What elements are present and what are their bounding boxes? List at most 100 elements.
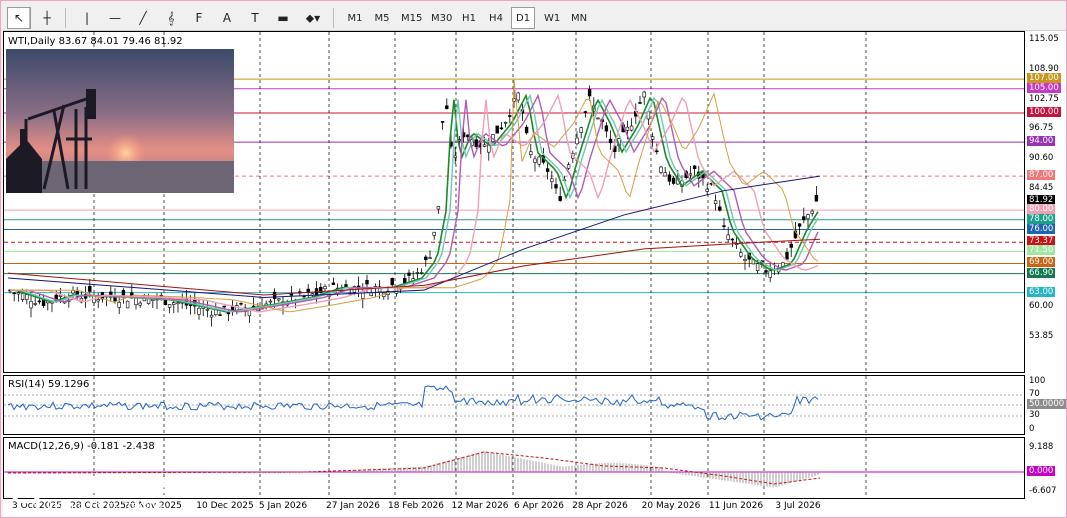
candle-body [524,126,529,134]
candle-body [554,184,558,189]
candle-body [167,304,172,308]
horizontal-line-tool-button[interactable]: — [103,7,127,29]
candle-body [667,174,672,182]
timeframe-m30-button[interactable]: M30 [427,7,456,29]
trendline-tool-button[interactable]: ╱ [131,7,155,29]
candle-body [440,121,445,123]
rsi-line [7,385,819,421]
price-level-badge: 105.00 [1027,82,1061,93]
candle-body [705,188,709,192]
logo-mark-icon [12,477,40,505]
logo-name: instaforex [47,470,190,499]
candle-body [419,272,424,274]
price-pane[interactable]: WTI,Daily 83.67 84.01 79.46 81.92 [3,31,1025,373]
shapes-tool-button[interactable]: ⬥▾ [301,7,325,29]
candle-body [424,256,428,261]
candle-body [550,178,554,183]
candle-body [688,173,693,176]
cursor-tool-button[interactable]: ↖ [7,7,31,29]
candle-body [625,126,630,131]
candle-body [33,303,37,305]
candle-body [739,252,743,257]
rsi-axis[interactable]: 100705030050.0000 [1025,375,1067,435]
candle-body [272,291,277,299]
text-tool-button[interactable]: A [215,7,239,29]
candle-body [722,225,726,227]
price-level-badge: 107.00 [1027,73,1061,84]
candle-body [117,302,121,308]
candle-body [537,156,541,165]
candle-body [806,214,810,220]
candle-body [37,300,42,303]
candle-body [474,139,478,147]
candle-body [789,243,793,248]
candle-body [802,216,806,221]
candle-body [785,252,789,260]
candle-body [365,280,369,285]
rsi-level-badge: 50.0000 [1027,399,1067,409]
vertical-line-icon: | [84,11,90,25]
rsi-pane[interactable]: RSI(14) 59.1296 [3,375,1025,435]
candle-body [125,300,130,309]
macd-axis[interactable]: 9.1880.000-6.6070.000 [1025,437,1066,499]
candle-body [482,144,487,147]
candle-body [415,272,420,274]
price-axis[interactable]: 115.05108.90102.7596.7590.6084.4578.4572… [1025,31,1066,373]
rectangle-tool-button[interactable]: ▬ [271,7,295,29]
candle-body [529,151,533,156]
candle-body [428,257,432,259]
price-level-badge: 63.00 [1027,286,1056,297]
candle-body [209,314,214,318]
rsi-label: RSI(14) 59.1296 [8,379,90,390]
candle-body [323,286,327,290]
trendline-icon: ╱ [139,11,147,25]
candle-body [516,92,520,101]
timeframe-w1-button[interactable]: W1 [540,7,564,29]
candle-body [390,278,394,286]
candle-body [629,125,634,131]
macd-zero-badge: 0.000 [1027,466,1056,476]
candle-body [566,164,571,169]
macd-label: MACD(12,26,9) -0.181 -2.438 [8,441,155,452]
candle-body [134,297,138,306]
timeframe-h1-button[interactable]: H1 [457,7,481,29]
chart-area[interactable]: WTI,Daily 83.67 84.01 79.46 81.92 115.05… [3,31,1067,517]
timeframe-m15-button[interactable]: M15 [397,7,426,29]
candle-body [810,210,814,214]
horizontal-line-icon: — [109,11,121,25]
rsi-tick: 30 [1029,410,1040,420]
price-level-badge: 94.00 [1027,136,1056,147]
price-level-badge: 87.00 [1027,170,1056,181]
candle-body [239,302,243,305]
rectangle-icon: ▬ [277,11,289,25]
timeframe-h4-button[interactable]: H4 [484,7,508,29]
timeframe-m1-button[interactable]: M1 [343,7,367,29]
candle-body [642,91,646,98]
timeframe-m5-button[interactable]: M5 [370,7,394,29]
rsi-tick: 100 [1029,376,1046,386]
candle-body [692,165,697,169]
crosshair-tool-button[interactable]: ┼ [35,7,59,29]
date-label: 28 Apr 2026 [572,501,628,511]
candle-body [768,270,772,278]
date-label: 5 Jan 2026 [258,501,308,511]
candle-body [533,158,537,163]
toolbar: ↖ ┼ | — ╱ 𝄞 F A T ▬ ⬥▾ M1 M5 M15 M30 H1 H4 D1 W1 MN [3,3,1066,31]
candle-body [172,302,176,305]
fibonacci-tool-button[interactable]: 𝄞 [159,7,183,29]
price-level-badge: 100.00 [1027,107,1061,118]
timeframe-d1-button[interactable]: D1 [511,7,536,29]
fibonacci-fan-tool-button[interactable]: F [187,7,211,29]
date-label: 27 Jan 2026 [326,501,380,511]
timeframe-mn-button[interactable]: MN [567,7,591,29]
vertical-line-tool-button[interactable]: | [75,7,99,29]
candle-body [12,292,16,295]
candle-body [755,263,760,271]
candle-body [121,290,126,297]
text-label-tool-button[interactable]: T [243,7,267,29]
text-icon: A [222,11,232,25]
rsi-tick: 0 [1029,424,1035,434]
date-label: 6 Apr 2026 [514,501,564,511]
date-label: 10 Dec 2025 [196,501,254,511]
price-tick: 90.60 [1029,152,1054,163]
